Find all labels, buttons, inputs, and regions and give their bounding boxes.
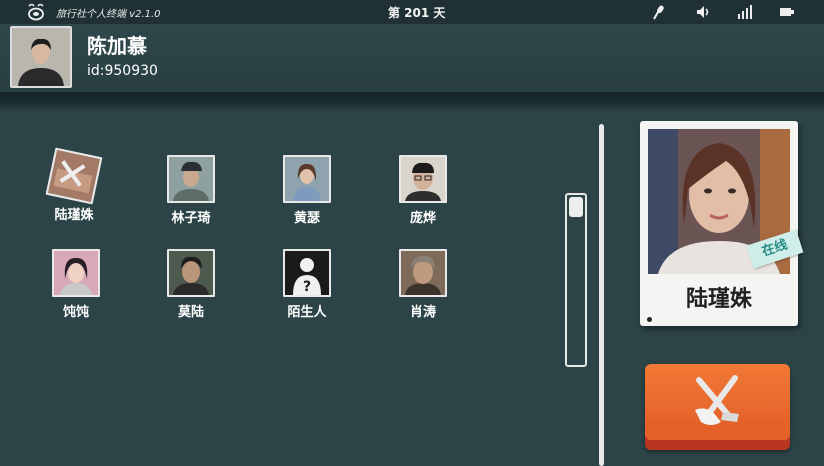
header-divider [0, 92, 824, 110]
contact-name: 陆瑾姝 [54, 208, 94, 223]
contact-molu[interactable]: 莫陆 [147, 249, 227, 323]
user-id: id:950930 [87, 63, 158, 79]
contact-avatar: ? [283, 249, 331, 297]
status-bar: 旅行社个人终端 v2.1.0 第 201 天 [0, 0, 824, 24]
contact-name: 饨饨 [62, 305, 89, 320]
app-title: 旅行社个人终端 v2.1.0 [56, 9, 161, 20]
contact-avatar [399, 155, 447, 203]
day-counter: 第 201 天 [388, 6, 446, 20]
contact-avatar [45, 147, 103, 205]
contact-name: 肖涛 [409, 305, 436, 320]
contact-pangye[interactable]: 庞烨 [379, 155, 459, 229]
user-avatar[interactable] [10, 26, 72, 88]
food-action-button[interactable] [645, 364, 790, 450]
pin-dot [647, 317, 652, 322]
contact-name: 庞烨 [409, 211, 436, 226]
scrollbar-thumb[interactable] [569, 197, 583, 217]
contact-list-scrollbar[interactable] [565, 193, 587, 367]
svg-text:?: ? [303, 279, 311, 295]
contact-linziqi[interactable]: 林子琦 [147, 155, 227, 229]
signal-icon [738, 5, 752, 19]
selected-contact-card[interactable]: 陆瑾姝 [640, 121, 798, 326]
contact-dundun[interactable]: 饨饨 [32, 249, 112, 323]
user-name: 陈加慕 [87, 34, 147, 58]
contact-stranger[interactable]: ? 陌生人 [263, 249, 343, 323]
contact-lujinshu[interactable]: 陆瑾姝 [30, 147, 110, 226]
volume-icon[interactable] [694, 3, 712, 21]
battery-icon [780, 8, 794, 16]
contact-name: 林子琦 [171, 211, 211, 226]
contact-avatar [52, 249, 100, 297]
contact-avatar [399, 249, 447, 297]
contact-huangse[interactable]: 黄瑟 [263, 155, 343, 229]
contact-name: 黄瑟 [293, 211, 320, 226]
microphone-icon [653, 5, 664, 20]
panel-divider [599, 124, 604, 466]
contact-avatar [167, 155, 215, 203]
contact-name: 陌生人 [287, 305, 327, 320]
contact-xiaotao[interactable]: 肖涛 [379, 249, 459, 323]
contact-avatar [283, 155, 331, 203]
app-logo-icon [28, 3, 44, 21]
contact-name: 莫陆 [177, 305, 204, 320]
contact-avatar [167, 249, 215, 297]
selected-contact-name: 陆瑾姝 [685, 287, 752, 312]
fork-knife-icon [695, 375, 739, 425]
